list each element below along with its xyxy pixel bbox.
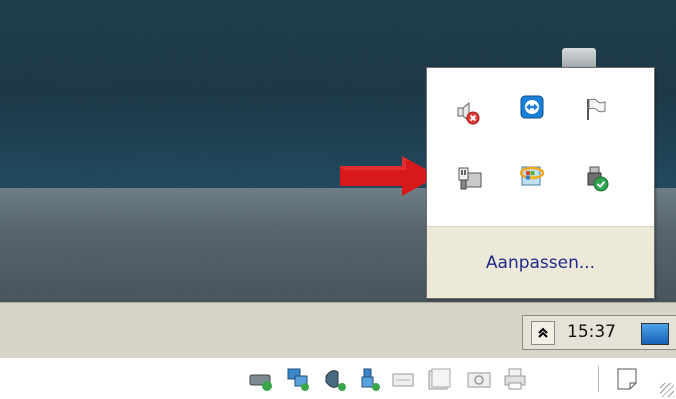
teamviewer-icon[interactable] [515, 90, 549, 124]
clock[interactable]: 15:37 [567, 322, 616, 342]
system-tray: 15:37 [522, 315, 676, 350]
volume-muted-icon[interactable] [451, 96, 485, 130]
taskbar: 15:37 [0, 302, 676, 358]
show-desktop-icon[interactable] [641, 323, 669, 345]
network-adapter-icon[interactable] [453, 162, 487, 196]
resize-grip[interactable] [660, 383, 674, 397]
network-icon[interactable] [285, 366, 311, 392]
serial-port-icon[interactable] [390, 366, 416, 392]
customize-link[interactable]: Aanpassen... [486, 253, 595, 273]
ie-update-icon[interactable] [515, 158, 549, 192]
hard-disk-icon[interactable] [248, 366, 274, 392]
shared-folder-icon[interactable] [426, 366, 452, 392]
tray-overflow-popup: Aanpassen... [426, 67, 655, 299]
usb-icon[interactable] [356, 366, 382, 392]
printer-icon[interactable] [502, 366, 528, 392]
chevron-up-icon [538, 327, 548, 338]
camera-icon[interactable] [466, 366, 492, 392]
red-arrow-annotation [340, 156, 438, 196]
note-icon[interactable] [614, 366, 640, 392]
action-center-flag-icon[interactable] [579, 92, 613, 126]
status-divider [598, 366, 599, 392]
popup-footer: Aanpassen... [427, 226, 654, 298]
tray-icon-grid [427, 68, 654, 226]
usb-safe-removal-icon[interactable] [579, 162, 613, 196]
audio-icon[interactable] [322, 366, 348, 392]
vm-statusbar [0, 358, 676, 399]
show-hidden-icons-button[interactable] [531, 321, 555, 345]
